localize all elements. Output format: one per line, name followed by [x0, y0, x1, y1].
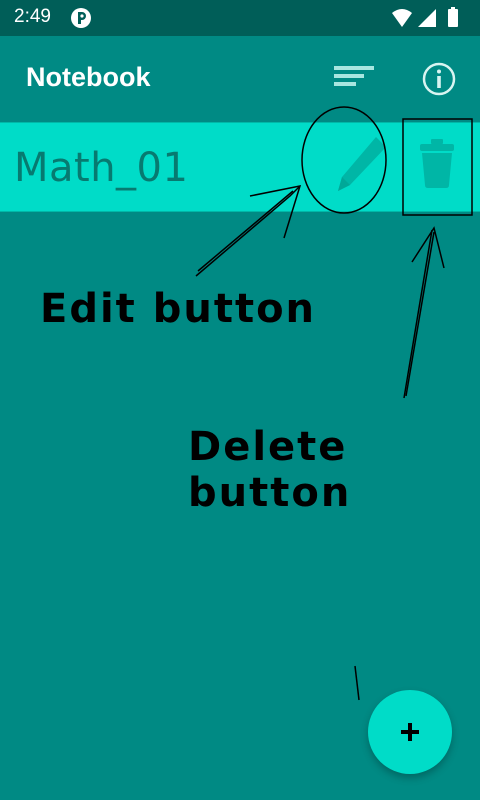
status-bar: 2:49	[0, 0, 480, 36]
wifi-icon	[392, 9, 412, 27]
info-icon	[422, 62, 456, 96]
info-button[interactable]	[420, 60, 458, 98]
signal-icon	[418, 9, 436, 27]
add-note-button[interactable]	[368, 690, 452, 774]
battery-icon	[448, 9, 458, 27]
delete-annotation-label: Delete button	[188, 424, 352, 516]
note-title: Math_01	[14, 145, 189, 191]
list-item[interactable]: Math_01	[0, 122, 480, 212]
plus-icon	[401, 723, 419, 741]
delete-button[interactable]	[412, 131, 462, 203]
pencil-icon	[338, 137, 386, 191]
stray-mark	[354, 665, 360, 701]
trash-icon	[420, 139, 454, 188]
sort-button[interactable]	[330, 60, 378, 100]
edit-annotation-label: Edit button	[40, 286, 317, 332]
edit-button[interactable]	[324, 129, 394, 205]
app-notification-icon	[71, 8, 91, 28]
annotation-overlay	[195, 106, 473, 701]
delete-arrow	[403, 226, 445, 399]
app-bar: Notebook	[0, 36, 480, 120]
app-title: Notebook	[26, 62, 151, 92]
sort-icon	[334, 66, 374, 86]
status-icons	[392, 7, 458, 27]
status-time: 2:49	[14, 6, 51, 27]
